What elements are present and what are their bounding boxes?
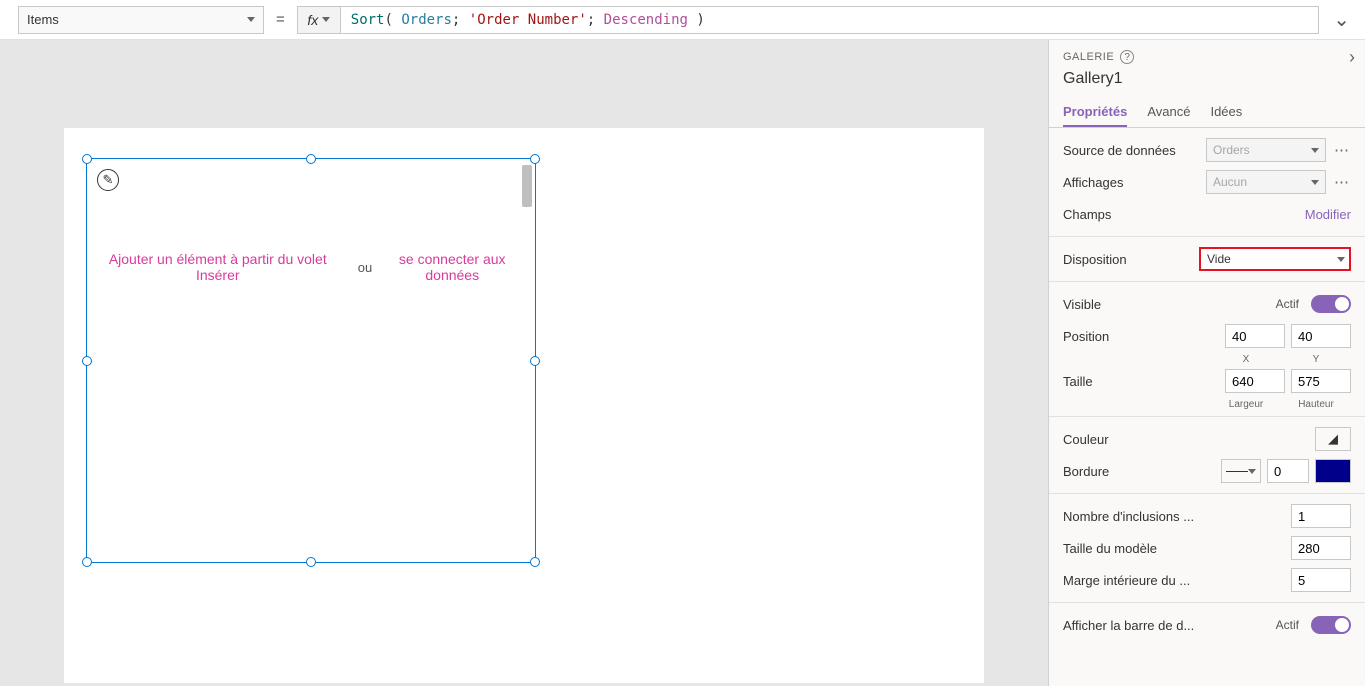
placeholder-or: ou — [358, 260, 372, 275]
fill-icon: ◢ — [1328, 431, 1338, 447]
fx-label: fx — [307, 12, 318, 28]
height-sublabel: Hauteur — [1281, 399, 1351, 410]
x-sublabel: X — [1211, 354, 1281, 365]
resize-handle[interactable] — [82, 557, 92, 567]
main-area: ✎ Ajouter un élément à partir du volet I… — [0, 40, 1365, 686]
width-sublabel: Largeur — [1211, 399, 1281, 410]
showscrollbar-label: Afficher la barre de d... — [1063, 618, 1194, 633]
views-label: Affichages — [1063, 175, 1123, 190]
position-x-input[interactable] — [1225, 324, 1285, 348]
wrapcount-label: Nombre d'inclusions ... — [1063, 509, 1194, 524]
expand-formula-icon[interactable]: ⌄ — [1333, 7, 1350, 32]
y-sublabel: Y — [1281, 354, 1351, 365]
formula-bar: Items = fx Sort( Orders; 'Order Number';… — [0, 0, 1365, 40]
templatesize-input[interactable] — [1291, 536, 1351, 560]
connect-data-link[interactable]: se connecter aux données — [392, 251, 512, 283]
tab-ideas[interactable]: Idées — [1210, 98, 1242, 127]
views-more-icon[interactable]: ⋯ — [1332, 173, 1351, 191]
panel-header: GALERIE ? › — [1049, 40, 1365, 68]
add-from-insert-link[interactable]: Ajouter un élément à partir du volet Ins… — [98, 251, 338, 283]
fx-button[interactable]: fx — [297, 6, 341, 34]
panel-tabs: Propriétés Avancé Idées — [1049, 98, 1365, 128]
views-dropdown[interactable]: Aucun — [1206, 170, 1326, 194]
wrapcount-input[interactable] — [1291, 504, 1351, 528]
formula-token-fn: Sort — [351, 12, 385, 28]
size-label: Taille — [1063, 374, 1093, 389]
gallery-placeholder: Ajouter un élément à partir du volet Ins… — [87, 251, 523, 283]
layout-dropdown[interactable]: Vide — [1199, 247, 1351, 271]
chevron-down-icon — [1311, 148, 1319, 153]
color-picker[interactable]: ◢ — [1315, 427, 1351, 451]
edit-pencil-icon[interactable]: ✎ — [97, 169, 119, 191]
resize-handle[interactable] — [306, 154, 316, 164]
control-name: Gallery1 — [1049, 68, 1365, 98]
property-selector-value: Items — [27, 12, 59, 27]
formula-token-arg2: 'Order Number' — [469, 12, 587, 28]
templatesize-label: Taille du modèle — [1063, 541, 1157, 556]
showscrollbar-toggle[interactable] — [1311, 616, 1351, 634]
tab-advanced[interactable]: Avancé — [1147, 98, 1190, 127]
padding-label: Marge intérieure du ... — [1063, 573, 1190, 588]
property-selector[interactable]: Items — [18, 6, 264, 34]
color-label: Couleur — [1063, 432, 1109, 447]
border-color-picker[interactable] — [1315, 459, 1351, 483]
equals-sign: = — [276, 11, 285, 28]
chevron-down-icon — [322, 17, 330, 22]
visible-toggle[interactable] — [1311, 295, 1351, 313]
tab-properties[interactable]: Propriétés — [1063, 98, 1127, 127]
collapse-panel-icon[interactable]: › — [1349, 47, 1355, 68]
chevron-down-icon — [1337, 257, 1345, 262]
height-input[interactable] — [1291, 369, 1351, 393]
fields-edit-link[interactable]: Modifier — [1305, 207, 1351, 222]
padding-input[interactable] — [1291, 568, 1351, 592]
position-y-input[interactable] — [1291, 324, 1351, 348]
resize-handle[interactable] — [530, 557, 540, 567]
width-input[interactable] — [1225, 369, 1285, 393]
layout-label: Disposition — [1063, 252, 1127, 267]
border-style-dropdown[interactable] — [1221, 459, 1261, 483]
position-label: Position — [1063, 329, 1109, 344]
formula-token-arg1: Orders — [401, 12, 452, 28]
border-width-input[interactable] — [1267, 459, 1309, 483]
border-label: Bordure — [1063, 464, 1109, 479]
resize-handle[interactable] — [530, 154, 540, 164]
resize-handle[interactable] — [306, 557, 316, 567]
resize-handle[interactable] — [82, 154, 92, 164]
resize-handle[interactable] — [82, 356, 92, 366]
app-canvas[interactable]: ✎ Ajouter un élément à partir du volet I… — [64, 128, 984, 683]
visible-toggle-text: Actif — [1276, 297, 1299, 311]
datasource-label: Source de données — [1063, 143, 1176, 158]
visible-label: Visible — [1063, 297, 1101, 312]
chevron-down-icon — [1248, 469, 1256, 474]
properties-panel: GALERIE ? › Gallery1 Propriétés Avancé I… — [1048, 40, 1365, 686]
chevron-down-icon — [1311, 180, 1319, 185]
formula-input[interactable]: Sort( Orders; 'Order Number'; Descending… — [341, 6, 1319, 34]
canvas-area: ✎ Ajouter un élément à partir du volet I… — [0, 40, 1048, 686]
formula-token-arg3: Descending — [604, 12, 688, 28]
chevron-down-icon — [247, 17, 255, 22]
help-icon[interactable]: ? — [1120, 50, 1134, 64]
datasource-dropdown[interactable]: Orders — [1206, 138, 1326, 162]
resize-handle[interactable] — [530, 356, 540, 366]
fields-label: Champs — [1063, 207, 1111, 222]
gallery-control[interactable]: ✎ Ajouter un élément à partir du volet I… — [86, 158, 536, 563]
gallery-scrollbar[interactable] — [522, 165, 532, 207]
scrollbar-toggle-text: Actif — [1276, 618, 1299, 632]
datasource-more-icon[interactable]: ⋯ — [1332, 141, 1351, 159]
panel-header-label: GALERIE — [1063, 51, 1114, 63]
